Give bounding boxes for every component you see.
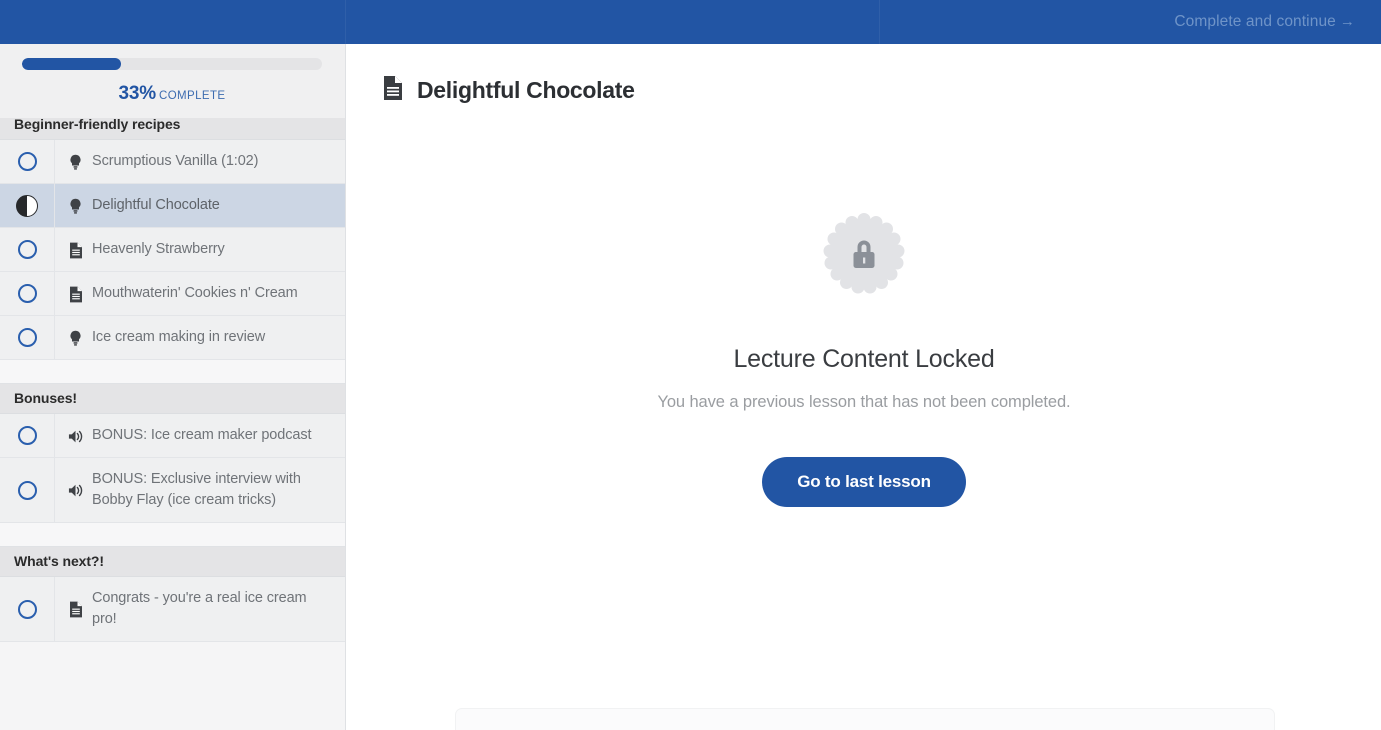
document-icon <box>68 601 83 618</box>
half-circle-icon[interactable] <box>16 195 38 217</box>
sidebar-sections: Beginner-friendly recipes Scrumptious Van… <box>0 118 345 642</box>
lesson-status-cell[interactable] <box>0 184 55 227</box>
lightbulb-icon <box>68 330 83 347</box>
lightbulb-icon <box>68 198 83 215</box>
section-header: Beginner-friendly recipes <box>0 118 345 140</box>
lesson-row[interactable]: BONUS: Ice cream maker podcast <box>0 414 345 458</box>
lightbulb-icon <box>68 154 83 171</box>
go-to-last-lesson-button[interactable]: Go to last lesson <box>762 457 966 507</box>
bottom-card-peek <box>455 708 1275 730</box>
lesson-title: Delightful Chocolate <box>92 195 220 216</box>
lesson-row[interactable]: Mouthwaterin' Cookies n' Cream <box>0 272 345 316</box>
course-sidebar[interactable]: 33%COMPLETE Beginner-friendly recipes Scr… <box>0 44 346 730</box>
lesson-body[interactable]: Ice cream making in review <box>55 316 345 359</box>
lock-badge <box>822 212 906 296</box>
lesson-title: BONUS: Exclusive interview with Bobby Fl… <box>92 469 331 511</box>
empty-circle-icon[interactable] <box>18 600 37 619</box>
main-content: Delightful Chocolate <box>347 44 1381 730</box>
lesson-row[interactable]: Scrumptious Vanilla (1:02) <box>0 140 345 184</box>
lesson-row[interactable]: Heavenly Strawberry <box>0 228 345 272</box>
lesson-body[interactable]: Mouthwaterin' Cookies n' Cream <box>55 272 345 315</box>
top-bar-left-segment <box>0 0 346 44</box>
top-bar: Complete and continue→ <box>0 0 1381 44</box>
document-icon <box>382 75 404 106</box>
lesson-status-cell[interactable] <box>0 458 55 522</box>
document-icon <box>68 286 83 303</box>
audio-icon <box>68 483 83 498</box>
lesson-status-cell[interactable] <box>0 414 55 457</box>
lesson-body[interactable]: BONUS: Exclusive interview with Bobby Fl… <box>55 458 345 522</box>
top-bar-middle-segment <box>346 0 880 44</box>
lesson-status-cell[interactable] <box>0 140 55 183</box>
locked-subtext: You have a previous lesson that has not … <box>657 393 1070 412</box>
top-bar-right-segment: Complete and continue→ <box>880 0 1381 44</box>
lesson-title: BONUS: Ice cream maker podcast <box>92 425 311 446</box>
lesson-status-cell[interactable] <box>0 316 55 359</box>
empty-circle-icon[interactable] <box>18 481 37 500</box>
empty-circle-icon[interactable] <box>18 426 37 445</box>
lesson-title: Congrats - you're a real ice cream pro! <box>92 588 331 630</box>
lesson-row[interactable]: Congrats - you're a real ice cream pro! <box>0 577 345 642</box>
section-header: Bonuses! <box>0 384 345 414</box>
lesson-row[interactable]: Delightful Chocolate <box>0 184 345 228</box>
lock-icon <box>822 212 906 296</box>
lesson-status-cell[interactable] <box>0 228 55 271</box>
lesson-status-cell[interactable] <box>0 272 55 315</box>
lesson-row[interactable]: Ice cream making in review <box>0 316 345 360</box>
lecture-header: Delightful Chocolate <box>347 44 1381 106</box>
lesson-status-cell[interactable] <box>0 577 55 641</box>
progress-area: 33%COMPLETE <box>0 44 345 118</box>
empty-circle-icon[interactable] <box>18 240 37 259</box>
section-gap <box>0 360 345 384</box>
empty-circle-icon[interactable] <box>18 284 37 303</box>
lesson-body[interactable]: Heavenly Strawberry <box>55 228 345 271</box>
progress-bar-track <box>22 58 322 70</box>
locked-content-block: Lecture Content Locked You have a previo… <box>347 212 1381 507</box>
lesson-row[interactable]: BONUS: Exclusive interview with Bobby Fl… <box>0 458 345 523</box>
progress-bar-fill <box>22 58 121 70</box>
audio-icon <box>68 429 83 444</box>
lesson-title: Ice cream making in review <box>92 327 265 348</box>
complete-and-continue-button[interactable]: Complete and continue→ <box>1174 13 1355 31</box>
lesson-title: Mouthwaterin' Cookies n' Cream <box>92 283 298 304</box>
section-gap <box>0 523 345 547</box>
arrow-right-icon: → <box>1340 13 1355 30</box>
lesson-body[interactable]: BONUS: Ice cream maker podcast <box>55 414 345 457</box>
complete-and-continue-label: Complete and continue <box>1174 13 1336 30</box>
lesson-title: Heavenly Strawberry <box>92 239 225 260</box>
lesson-body[interactable]: Delightful Chocolate <box>55 184 345 227</box>
progress-label: 33%COMPLETE <box>22 83 322 105</box>
progress-percent: 33% <box>119 83 156 104</box>
document-icon <box>68 242 83 259</box>
locked-heading: Lecture Content Locked <box>733 345 994 374</box>
lesson-body[interactable]: Congrats - you're a real ice cream pro! <box>55 577 345 641</box>
lesson-body[interactable]: Scrumptious Vanilla (1:02) <box>55 140 345 183</box>
page-title: Delightful Chocolate <box>417 77 635 104</box>
lesson-title: Scrumptious Vanilla (1:02) <box>92 151 258 172</box>
empty-circle-icon[interactable] <box>18 328 37 347</box>
progress-complete-word: COMPLETE <box>159 90 225 102</box>
empty-circle-icon[interactable] <box>18 152 37 171</box>
section-header: What's next?! <box>0 547 345 577</box>
